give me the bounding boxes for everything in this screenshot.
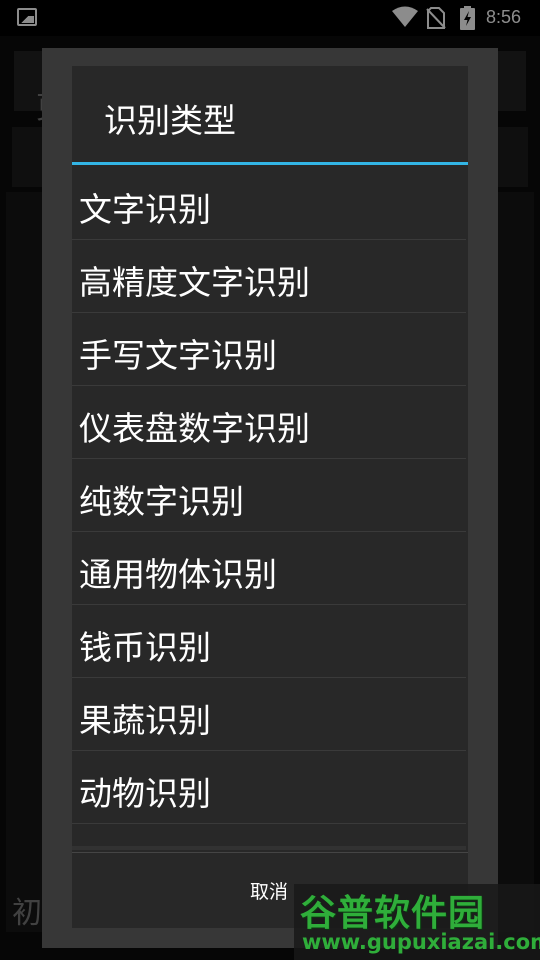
list-item-label: 果蔬识别 — [79, 701, 211, 740]
list-item-label: 通用物体识别 — [79, 555, 277, 594]
list-item-label: 文字识别 — [79, 190, 211, 229]
list-item-general-object[interactable]: 通用物体识别 — [72, 532, 466, 605]
list-item-handwriting[interactable]: 手写文字识别 — [72, 313, 466, 386]
list-item-label: 纯数字识别 — [79, 482, 244, 521]
list-item-label: 钱币识别 — [79, 628, 211, 667]
list-item-label: 动物识别 — [79, 774, 211, 813]
watermark-url: www.gupuxiazai.com — [302, 930, 540, 954]
watermark-title: 谷普软件园 — [300, 893, 486, 934]
cancel-button-label: 取消 — [250, 882, 289, 903]
list-item-text-recognition[interactable]: 文字识别 — [72, 167, 466, 240]
list-item-high-precision-text[interactable]: 高精度文字识别 — [72, 240, 466, 313]
list-item-label: 仪表盘数字识别 — [79, 409, 310, 448]
recognition-type-dialog: 识别类型 文字识别 高精度文字识别 手写文字识别 仪表盘数字识别 纯数字识别 通… — [72, 66, 468, 928]
list-item-pure-digits[interactable]: 纯数字识别 — [72, 459, 466, 532]
list-item-fruit-vegetable[interactable]: 果蔬识别 — [72, 678, 466, 751]
title-divider — [72, 162, 468, 165]
dialog-title: 识别类型 — [104, 101, 236, 140]
watermark-logo: 谷普软件园 www.gupuxiazai.com — [294, 884, 540, 960]
list-item-meter-digits[interactable]: 仪表盘数字识别 — [72, 386, 466, 459]
list-item-currency[interactable]: 钱币识别 — [72, 605, 466, 678]
list-item-animal[interactable]: 动物识别 — [72, 751, 466, 824]
list-item-label: 手写文字识别 — [79, 336, 277, 375]
list-item-label: 高精度文字识别 — [79, 263, 310, 302]
recognition-type-list[interactable]: 文字识别 高精度文字识别 手写文字识别 仪表盘数字识别 纯数字识别 通用物体识别… — [72, 167, 466, 849]
list-scroll-edge — [72, 846, 466, 850]
